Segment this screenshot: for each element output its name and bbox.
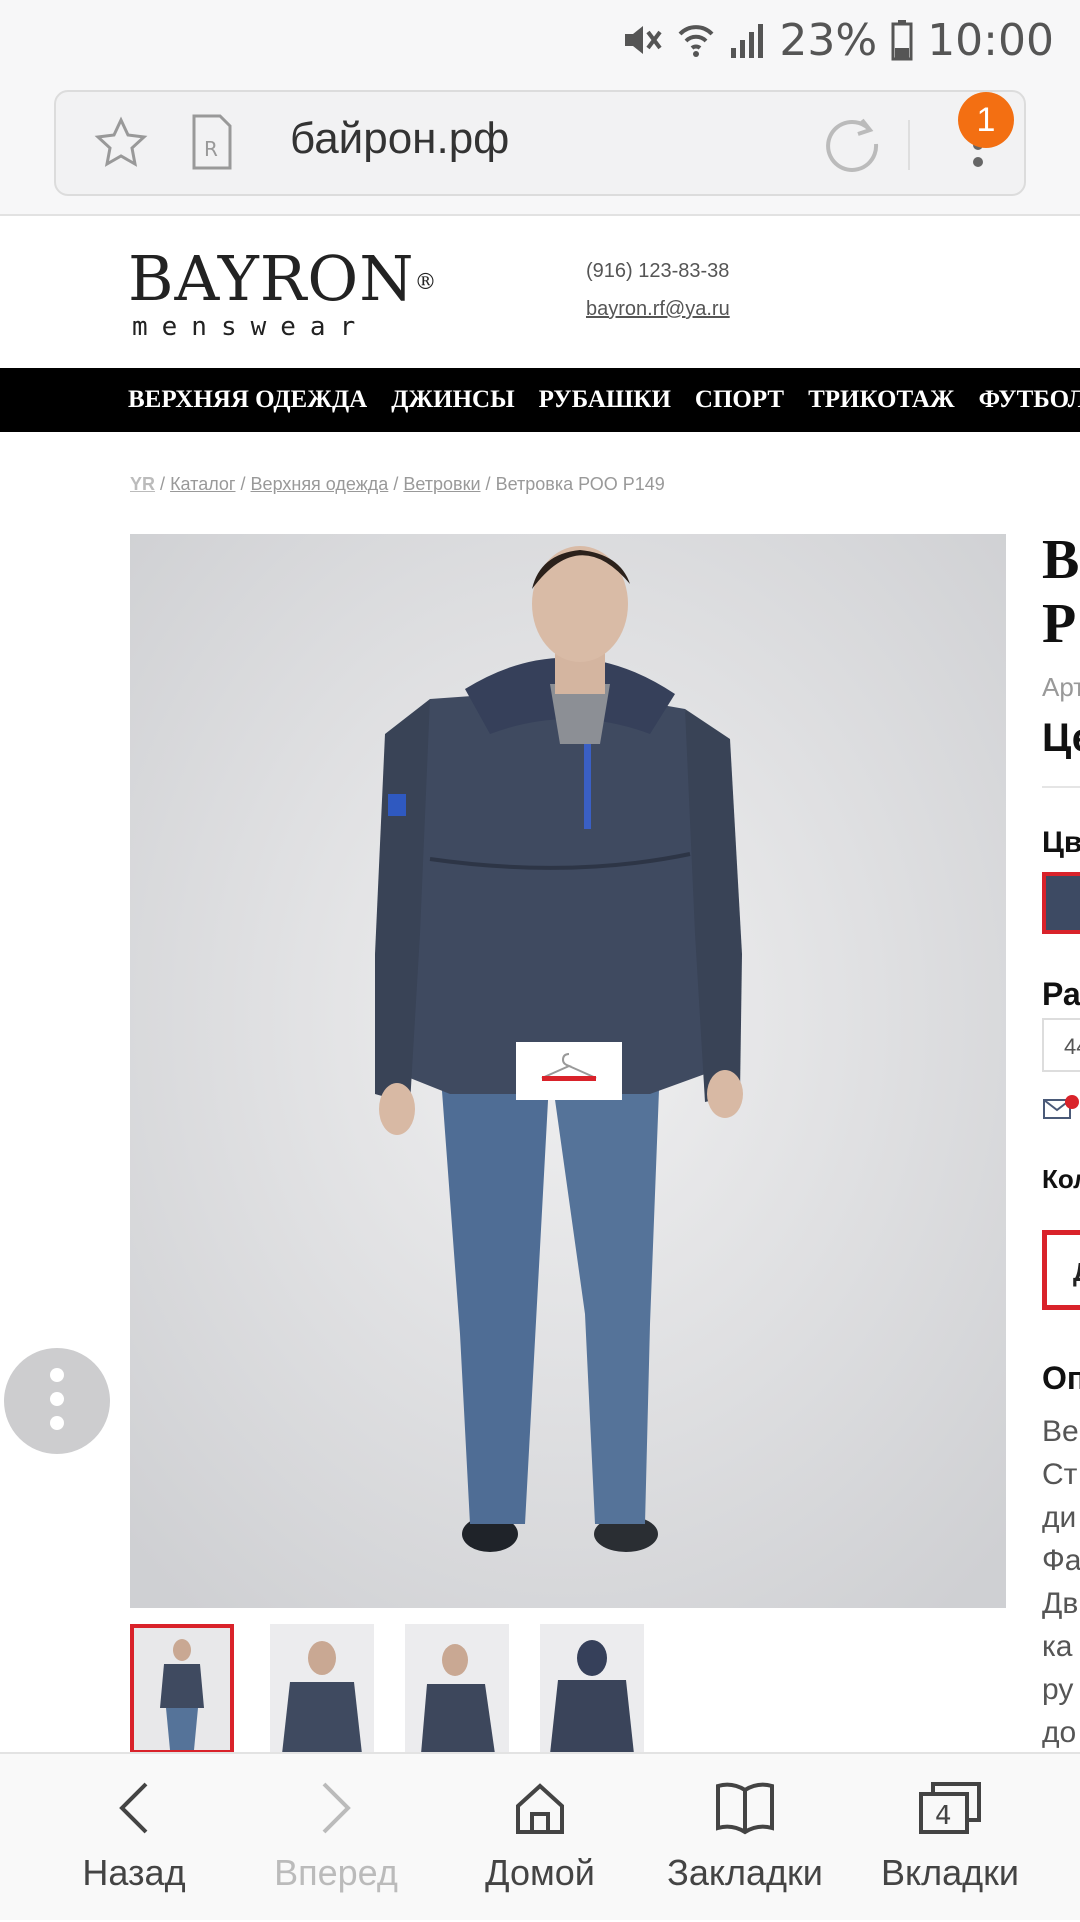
product-price: Це (1042, 716, 1080, 760)
nav-item-sport[interactable]: СПОРТ (695, 386, 784, 414)
logo-reg: ® (414, 270, 438, 295)
thumbnail-4[interactable] (540, 1624, 644, 1754)
bookmarks-book-icon (716, 1782, 774, 1835)
home-button[interactable]: Домой (460, 1754, 620, 1922)
notification-badge[interactable]: 1 (958, 92, 1014, 148)
url-text[interactable]: байрон.рф (290, 114, 509, 164)
logo-main-text: BAYRON (128, 242, 415, 315)
breadcrumb-current: Ветровка РОО Р149 (495, 474, 665, 494)
breadcrumb-catalog[interactable]: Каталог (170, 474, 235, 494)
main-nav: ВЕРХНЯЯ ОДЕЖДА ДЖИНСЫ РУБАШКИ СПОРТ ТРИК… (0, 368, 1080, 432)
thumbnail-3[interactable] (405, 1624, 509, 1754)
description-label: Оп (1042, 1360, 1080, 1396)
breadcrumb-outerwear[interactable]: Верхняя одежда (251, 474, 389, 494)
nav-item-jeans[interactable]: ДЖИНСЫ (391, 386, 514, 414)
back-button[interactable]: Назад (54, 1754, 214, 1922)
nav-item-tshirts[interactable]: ФУТБОЛКИ (979, 386, 1080, 414)
thumbnail-2[interactable] (270, 1624, 374, 1754)
tabs-button[interactable]: 4 Вкладки (870, 1754, 1030, 1922)
quantity-label: Кол (1042, 1164, 1080, 1194)
phone-number[interactable]: (916) 123-83-38 (586, 260, 729, 283)
back-label: Назад (82, 1852, 186, 1893)
thumbnail-1[interactable] (130, 1624, 234, 1754)
forward-button[interactable]: Вперед (254, 1754, 418, 1922)
site-logo[interactable]: BAYRON® menswear (128, 248, 438, 343)
wifi-icon (678, 25, 714, 57)
clock: 10:00 (927, 14, 1054, 66)
back-arrow-icon (119, 1782, 148, 1834)
divider (1042, 786, 1080, 788)
notify-mail-icon[interactable] (1042, 1094, 1080, 1122)
svg-text:4: 4 (935, 1801, 952, 1831)
tabs-label: Вкладки (880, 1852, 1020, 1893)
nav-item-knitwear[interactable]: ТРИКОТАЖ (808, 386, 955, 414)
breadcrumb-home[interactable]: YR (130, 474, 155, 494)
breadcrumb-windbreakers[interactable]: Ветровки (403, 474, 480, 494)
home-icon (516, 1783, 564, 1834)
bookmarks-label: Закладки (667, 1852, 823, 1893)
battery-icon (891, 20, 913, 61)
address-bar[interactable]: R байрон.рф (54, 90, 1026, 196)
forward-arrow-icon (322, 1782, 351, 1834)
product-main-image[interactable] (130, 534, 1006, 1608)
floating-menu-button[interactable] (4, 1348, 110, 1454)
bookmark-star-icon[interactable] (94, 116, 148, 170)
breadcrumb: YR / Каталог / Верхняя одежда / Ветровки… (130, 474, 665, 495)
status-icons: 23% 10:00 (621, 10, 1054, 70)
hanger-icon[interactable] (516, 1042, 622, 1100)
size-label: Ра (1042, 976, 1080, 1012)
home-label: Домой (485, 1852, 595, 1893)
breadcrumb-sep: / (160, 474, 166, 494)
browser-toolbar: R байрон.рф 1 (0, 80, 1080, 216)
svg-text:R: R (204, 137, 218, 161)
nav-item-outerwear[interactable]: ВЕРХНЯЯ ОДЕЖДА (128, 386, 367, 414)
description-text: Ве Ст ди Фа Дв ка ру до (1042, 1415, 1080, 1749)
signal-icon (731, 24, 764, 58)
separator (908, 120, 910, 170)
color-swatch[interactable] (1042, 872, 1080, 934)
breadcrumb-sep: / (393, 474, 399, 494)
product-article: Арт (1042, 672, 1080, 702)
breadcrumb-sep: / (485, 474, 491, 494)
color-label: Цв (1042, 826, 1080, 859)
product-title: В Р (1042, 529, 1080, 655)
reader-mode-icon[interactable]: R (190, 112, 234, 172)
tabs-icon: 4 (919, 1782, 981, 1834)
nav-item-shirts[interactable]: РУБАШКИ (539, 386, 671, 414)
battery-percent: 23% (779, 14, 878, 66)
status-bar: 23% 10:00 (0, 0, 1080, 80)
add-to-cart-button[interactable]: Д (1042, 1230, 1080, 1310)
email-link[interactable]: bayron.rf@ya.ru (586, 298, 730, 321)
logo-sub-text: menswear (132, 312, 370, 342)
forward-label: Вперед (274, 1852, 398, 1893)
reload-icon[interactable] (822, 114, 882, 174)
browser-bottom-bar: Назад Вперед Домой Закладки 4 Вкладки (0, 1752, 1080, 1920)
bookmarks-button[interactable]: Закладки (660, 1754, 830, 1922)
breadcrumb-sep: / (240, 474, 246, 494)
mute-icon (625, 26, 662, 54)
size-select[interactable]: 44 (1042, 1018, 1080, 1072)
